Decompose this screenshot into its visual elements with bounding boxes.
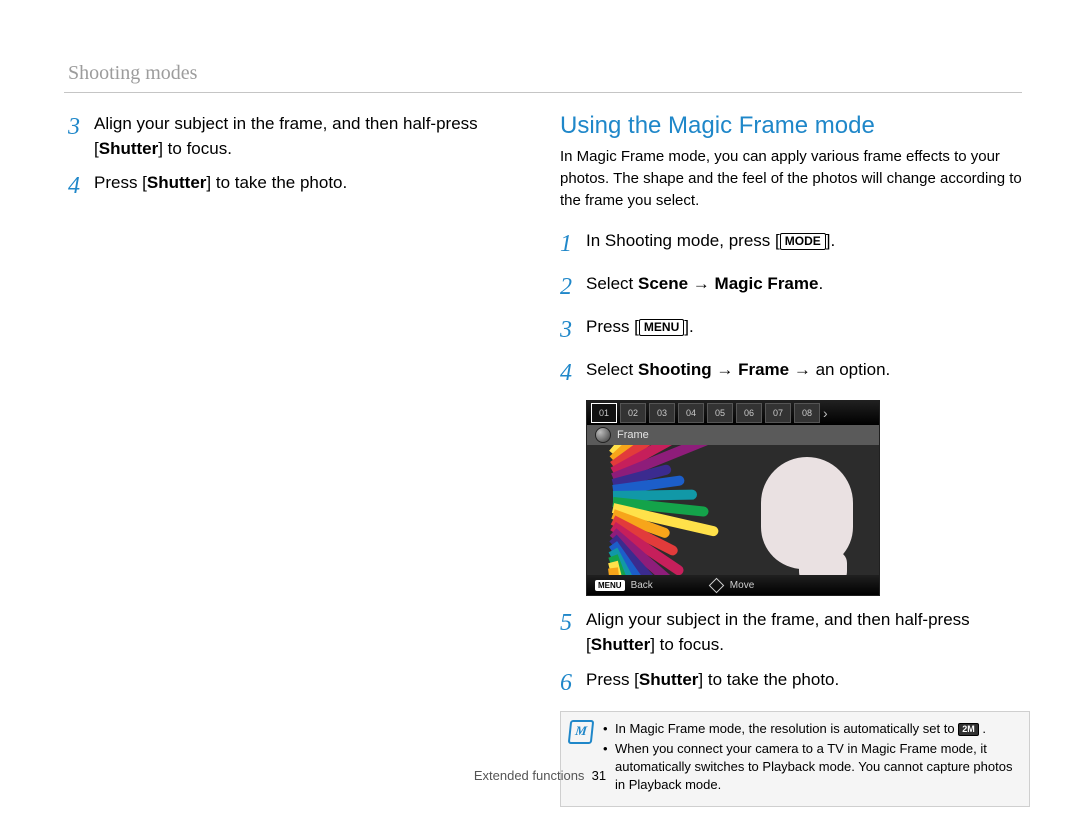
camera-preview <box>587 445 879 575</box>
frame-select-icon <box>595 427 611 443</box>
camera-footer: MENU Back Move <box>587 575 879 595</box>
camera-thumb: 03 <box>649 403 675 423</box>
step-number: 4 <box>560 356 586 391</box>
step: 3Align your subject in the frame, and th… <box>68 112 528 161</box>
note-icon: M <box>568 720 595 744</box>
menu-tag-icon: MENU <box>595 580 625 591</box>
camera-frame-bar: Frame <box>587 425 879 445</box>
step: 3Press [MENU]. <box>560 315 1030 348</box>
footer-label: Extended functions <box>474 768 585 783</box>
step-number: 1 <box>560 227 586 262</box>
thumb-next-icon: › <box>823 405 828 421</box>
move-icon <box>709 578 725 594</box>
step-text: Select Scene → Magic Frame. <box>586 272 1030 297</box>
step-number: 3 <box>68 110 94 145</box>
step: 2Select Scene → Magic Frame. <box>560 272 1030 305</box>
mannequin-head-icon <box>761 457 853 569</box>
note-item: When you connect your camera to a TV in … <box>603 740 1019 795</box>
step: 1In Shooting mode, press [MODE]. <box>560 229 1030 262</box>
camera-top-thumbs: 0102030405060708› <box>587 401 879 425</box>
step: 4Press [Shutter] to take the photo. <box>68 171 528 204</box>
camera-thumb: 08 <box>794 403 820 423</box>
camera-footer-move: Move <box>730 580 754 591</box>
page-number: 31 <box>592 768 606 783</box>
step-text: Press [MENU]. <box>586 315 1030 340</box>
camera-footer-back: Back <box>631 580 653 591</box>
left-column: 3Align your subject in the frame, and th… <box>68 112 528 214</box>
step-number: 3 <box>560 313 586 348</box>
frame-bar-label: Frame <box>617 429 649 441</box>
step-number: 4 <box>68 169 94 204</box>
note-item: In Magic Frame mode, the resolution is a… <box>603 720 1019 738</box>
camera-thumb: 07 <box>765 403 791 423</box>
note-list: In Magic Frame mode, the resolution is a… <box>603 720 1019 797</box>
step-text: Press [Shutter] to take the photo. <box>586 668 1030 693</box>
step: 5Align your subject in the frame, and th… <box>560 608 1030 657</box>
right-column: Using the Magic Frame mode In Magic Fram… <box>560 112 1030 807</box>
step-text: Select Shooting → Frame → an option. <box>586 358 1030 383</box>
section-title: Shooting modes <box>68 62 197 85</box>
step-number: 2 <box>560 270 586 305</box>
step-text: Press [Shutter] to take the photo. <box>94 171 528 196</box>
camera-thumb: 04 <box>678 403 704 423</box>
step-number: 5 <box>560 606 586 641</box>
step-number: 6 <box>560 666 586 701</box>
subsection-heading: Using the Magic Frame mode <box>560 112 1030 140</box>
camera-thumb: 05 <box>707 403 733 423</box>
intro-text: In Magic Frame mode, you can apply vario… <box>560 146 1030 211</box>
camera-thumb: 01 <box>591 403 617 423</box>
step-text: Align your subject in the frame, and the… <box>586 608 1030 657</box>
step-text: Align your subject in the frame, and the… <box>94 112 528 161</box>
step-text: In Shooting mode, press [MODE]. <box>586 229 1030 254</box>
step: 4Select Shooting → Frame → an option. <box>560 358 1030 391</box>
camera-thumb: 02 <box>620 403 646 423</box>
step: 6Press [Shutter] to take the photo. <box>560 668 1030 701</box>
note-box: M In Magic Frame mode, the resolution is… <box>560 711 1030 808</box>
page-footer: Extended functions 31 <box>0 768 1080 783</box>
camera-screenshot: 0102030405060708› Frame MENU Back Move <box>586 400 880 596</box>
section-rule <box>64 92 1022 93</box>
camera-thumb: 06 <box>736 403 762 423</box>
